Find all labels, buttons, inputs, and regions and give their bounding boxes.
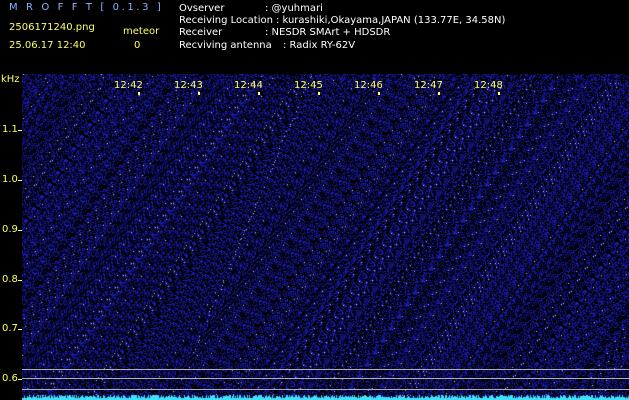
x-tick-mark bbox=[498, 92, 500, 95]
x-tick-label: 12:46 bbox=[354, 80, 383, 91]
x-tick-mark bbox=[258, 92, 260, 95]
y-tick-mark bbox=[18, 230, 22, 231]
location-value: : kurashiki,Okayama,JAPAN (133.77E, 34.5… bbox=[275, 15, 506, 26]
x-tick-label: 12:47 bbox=[414, 80, 443, 91]
app-title: M R O F F T [ 0.1.3 ] bbox=[9, 2, 164, 13]
x-tick-label: 12:43 bbox=[174, 80, 203, 91]
x-tick-mark bbox=[138, 92, 140, 95]
antenna-value: : Radix RY-62V bbox=[283, 40, 356, 51]
location-row: Receiving Location: kurashiki,Okayama,JA… bbox=[179, 15, 505, 27]
y-tick-label: 1.0 bbox=[2, 174, 18, 185]
receiver-label: Receiver bbox=[179, 27, 223, 38]
receiver-row: Receiver : NESDR SMArt + HDSDR bbox=[179, 27, 390, 39]
y-tick-mark bbox=[18, 329, 22, 330]
y-tick-label: 0.9 bbox=[2, 224, 18, 235]
x-tick-label: 12:45 bbox=[294, 80, 323, 91]
spectrogram bbox=[0, 74, 629, 400]
receiver-value: : NESDR SMArt + HDSDR bbox=[265, 27, 391, 38]
x-tick-mark bbox=[198, 92, 200, 95]
observer-value: : @yuhmari bbox=[265, 3, 323, 14]
y-tick-mark bbox=[18, 379, 22, 380]
antenna-row: Recviving antenna : Radix RY-62V bbox=[179, 40, 355, 52]
y-tick-label: 1.1 bbox=[2, 124, 18, 135]
observer-row: Ovserver : @yuhmari bbox=[179, 3, 323, 15]
x-tick-label: 12:44 bbox=[234, 80, 263, 91]
observer-label: Ovserver bbox=[179, 3, 225, 14]
y-tick-mark bbox=[18, 130, 22, 131]
x-tick-mark bbox=[438, 92, 440, 95]
file-name: 2506171240.png bbox=[9, 22, 95, 33]
x-tick-mark bbox=[378, 92, 380, 95]
location-label: Receiving Location bbox=[179, 15, 273, 26]
reference-line-lower bbox=[22, 389, 629, 390]
y-tick-label: 0.8 bbox=[2, 274, 18, 285]
y-tick-label: 0.6 bbox=[2, 373, 18, 384]
reference-line-upper bbox=[22, 369, 629, 370]
antenna-label: Recviving antenna bbox=[179, 40, 272, 51]
reference-line-middle bbox=[22, 378, 629, 379]
date-time: 25.06.17 12:40 bbox=[9, 40, 86, 51]
y-tick-label: 0.7 bbox=[2, 323, 18, 334]
x-tick-mark bbox=[318, 92, 320, 95]
x-tick-label: 12:48 bbox=[474, 80, 503, 91]
spectrogram-canvas bbox=[22, 74, 629, 400]
frequency-unit-label: kHz bbox=[1, 74, 20, 85]
y-tick-mark bbox=[18, 280, 22, 281]
meteor-count-value: 0 bbox=[134, 40, 141, 51]
y-tick-mark bbox=[18, 180, 22, 181]
x-tick-label: 12:42 bbox=[114, 80, 143, 91]
meteor-count-label: meteor bbox=[123, 26, 160, 37]
